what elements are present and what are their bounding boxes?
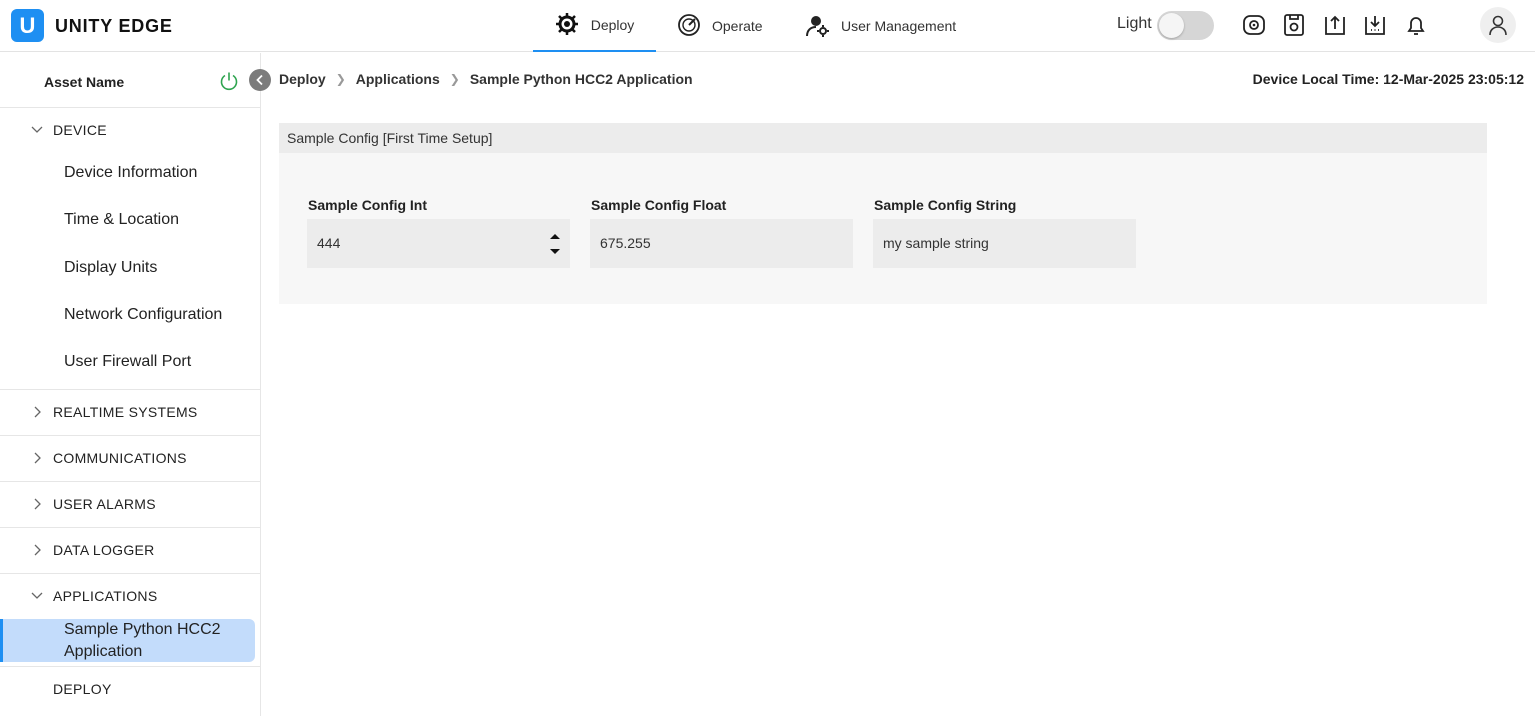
top-bar: U UNITY EDGE Deploy Operate User Managem… — [0, 0, 1535, 52]
sidebar-group-deploy-label: DEPLOY — [53, 681, 112, 697]
breadcrumb-separator-icon: ❯ — [449, 72, 460, 86]
chevron-left-icon — [256, 74, 263, 86]
unity-logo[interactable]: U — [11, 9, 44, 42]
theme-toggle[interactable] — [1157, 11, 1214, 40]
sidebar: Asset Name DEVICE Device Information Tim… — [0, 53, 261, 716]
sidebar-group-realtime-systems[interactable]: REALTIME SYSTEMS — [0, 390, 261, 434]
field-label-float: Sample Config Float — [591, 197, 727, 213]
sample-config-panel: Sample Config [First Time Setup] Sample … — [279, 123, 1487, 304]
chevron-right-icon — [30, 451, 44, 465]
upload-icon[interactable] — [1322, 12, 1348, 38]
chevron-down-icon — [30, 123, 44, 137]
breadcrumb-current: Sample Python HCC2 Application — [469, 71, 693, 87]
sidebar-group-applications-label: APPLICATIONS — [53, 588, 158, 604]
sidebar-item-device-information[interactable]: Device Information — [64, 164, 197, 182]
theme-toggle-knob — [1159, 13, 1184, 38]
sidebar-item-user-firewall-port[interactable]: User Firewall Port — [64, 353, 191, 371]
sample-config-int-input[interactable]: 444 — [307, 219, 570, 268]
power-icon[interactable] — [219, 71, 239, 91]
brand-name: UNITY EDGE — [55, 16, 173, 36]
sidebar-group-communications-label: COMMUNICATIONS — [53, 450, 187, 466]
user-icon — [1489, 15, 1507, 36]
nav-tab-operate-label: Operate — [712, 18, 763, 34]
sample-config-int-value: 444 — [317, 235, 341, 251]
gauge-icon — [678, 14, 700, 36]
user-avatar[interactable] — [1480, 7, 1516, 43]
save-device-icon[interactable] — [1281, 12, 1307, 38]
nav-tab-deploy[interactable]: Deploy — [533, 0, 656, 52]
number-stepper-icon[interactable] — [549, 229, 561, 259]
sidebar-item-display-units[interactable]: Display Units — [64, 259, 157, 277]
sidebar-group-communications[interactable]: COMMUNICATIONS — [0, 436, 261, 480]
panel-title: Sample Config [First Time Setup] — [279, 123, 1487, 153]
disk-icon[interactable] — [1241, 12, 1267, 38]
chevron-right-icon — [30, 497, 44, 511]
sample-config-float-value: 675.255 — [600, 235, 651, 251]
asset-name: Asset Name — [44, 74, 125, 90]
chevron-down-icon — [30, 589, 44, 603]
breadcrumb-deploy[interactable]: Deploy — [279, 71, 326, 87]
sample-config-string-input[interactable]: my sample string — [873, 219, 1136, 268]
sidebar-item-time-location[interactable]: Time & Location — [64, 211, 179, 229]
deploy-icon — [555, 13, 578, 35]
sample-config-string-value: my sample string — [883, 235, 989, 251]
user-settings-icon — [806, 16, 829, 37]
nav-tab-deploy-label: Deploy — [590, 17, 635, 33]
theme-label: Light — [1117, 15, 1152, 32]
sidebar-group-deploy[interactable]: DEPLOY — [0, 667, 261, 711]
nav-tab-user-management-label: User Management — [841, 18, 957, 34]
chevron-right-icon — [30, 405, 44, 419]
breadcrumb-separator-icon: ❯ — [335, 72, 346, 86]
nav-tab-operate[interactable]: Operate — [676, 0, 763, 52]
sample-config-float-input[interactable]: 675.255 — [590, 219, 853, 268]
download-icon[interactable] — [1362, 12, 1388, 38]
chevron-right-icon — [30, 543, 44, 557]
sidebar-group-device[interactable]: DEVICE — [0, 108, 261, 152]
collapse-sidebar-button[interactable] — [249, 69, 271, 91]
sidebar-item-network-configuration[interactable]: Network Configuration — [64, 306, 222, 324]
sidebar-group-data-logger[interactable]: DATA LOGGER — [0, 528, 261, 572]
sidebar-group-user-alarms[interactable]: USER ALARMS — [0, 482, 261, 526]
sidebar-group-applications[interactable]: APPLICATIONS — [0, 574, 261, 618]
field-label-string: Sample Config String — [874, 197, 1017, 213]
sidebar-group-data-logger-label: DATA LOGGER — [53, 542, 155, 558]
nav-tab-user-management[interactable]: User Management — [805, 0, 956, 52]
sidebar-group-user-alarms-label: USER ALARMS — [53, 496, 156, 512]
field-label-int: Sample Config Int — [308, 197, 427, 213]
device-local-time: Device Local Time: 12-Mar-2025 23:05:12 — [1252, 71, 1524, 87]
sidebar-group-device-label: DEVICE — [53, 122, 107, 138]
sidebar-group-realtime-label: REALTIME SYSTEMS — [53, 404, 198, 420]
sidebar-item-sample-python-hcc2-application[interactable]: Sample Python HCC2 Application — [0, 619, 255, 662]
breadcrumb: Deploy ❯ Applications ❯ Sample Python HC… — [279, 71, 693, 87]
notification-bell-icon[interactable] — [1403, 12, 1429, 38]
breadcrumb-applications[interactable]: Applications — [356, 71, 440, 87]
